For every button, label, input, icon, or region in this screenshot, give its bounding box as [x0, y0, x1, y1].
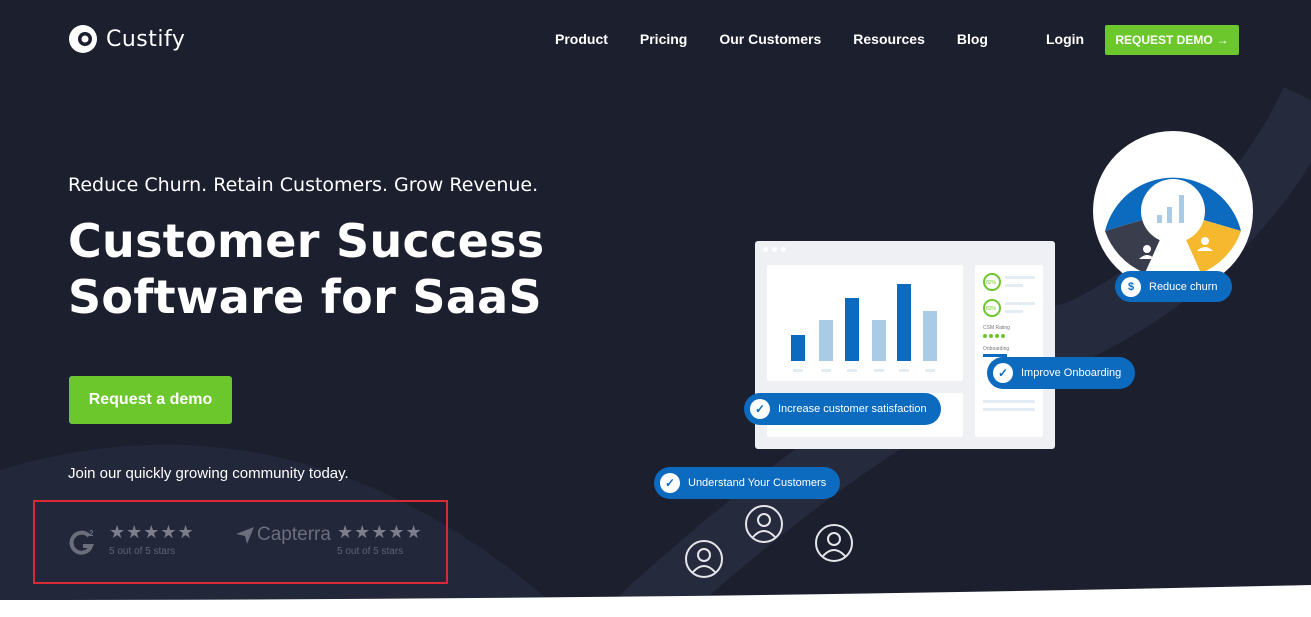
churn-pie-graphic [1093, 131, 1253, 291]
hero-tagline: Reduce Churn. Retain Customers. Grow Rev… [68, 174, 539, 196]
user-avatar-icon [685, 540, 723, 578]
ratings-highlight-box: 2 ★★★★★ 5 out of 5 stars Capterra ★★★★★ … [33, 500, 448, 584]
login-link[interactable]: Login [1046, 31, 1084, 47]
metrics-graphic: 82% 82% CSM Rating Onboarding [983, 273, 1035, 411]
brand-name: Custify [106, 26, 186, 52]
dollar-icon: $ [1121, 276, 1141, 297]
understand-customers-label: Understand Your Customers [688, 477, 827, 489]
request-demo-button[interactable]: REQUEST DEMO → [1105, 25, 1239, 55]
request-a-demo-button[interactable]: Request a demo [69, 376, 232, 424]
bar-chart-graphic [791, 284, 937, 372]
check-icon: ✓ [660, 473, 680, 493]
svg-text:2: 2 [89, 529, 94, 538]
increase-satisfaction-label: Increase customer satisfaction [778, 403, 927, 415]
pct-label-1: 82% [986, 280, 997, 286]
pct-label-2: 82% [986, 306, 997, 312]
nav-item-blog[interactable]: Blog [957, 31, 988, 47]
capterra-logo: Capterra [235, 524, 331, 546]
window-dots [763, 247, 786, 252]
arrow-right-icon: → [1216, 33, 1229, 47]
hero-title: Customer Success Software for SaaS [68, 213, 544, 325]
improve-onboarding-label: Improve Onboarding [1021, 367, 1122, 379]
nav-item-product[interactable]: Product [555, 31, 608, 47]
capterra-stars: ★★★★★ [337, 522, 423, 542]
bar-chart-panel [767, 265, 963, 381]
understand-customers-pill: ✓ Understand Your Customers [654, 467, 841, 499]
reduce-churn-pill: $ Reduce churn [1115, 271, 1232, 302]
request-demo-label: REQUEST DEMO [1115, 33, 1213, 47]
hero-title-line2: Software for SaaS [68, 270, 542, 324]
hero-section: Custify Product Pricing Our Customers Re… [0, 0, 1311, 617]
capterra-arrow-icon [236, 527, 254, 544]
hero-title-line1: Customer Success [68, 214, 545, 268]
check-icon: ✓ [750, 399, 770, 419]
reduce-churn-label: Reduce churn [1149, 280, 1218, 293]
csm-label: CSM Rating [983, 325, 1010, 331]
user-avatar-icon [745, 505, 783, 543]
nav-item-resources[interactable]: Resources [853, 31, 925, 47]
capterra-caption: 5 out of 5 stars [337, 546, 404, 557]
metrics-panel: 82% 82% CSM Rating Onboarding [975, 265, 1043, 437]
nav-item-pricing[interactable]: Pricing [640, 31, 687, 47]
custify-logo-icon [69, 25, 97, 53]
g2-caption: 5 out of 5 stars [109, 546, 176, 557]
check-icon: ✓ [993, 363, 1013, 383]
main-nav: Product Pricing Our Customers Resources … [555, 31, 1020, 47]
brand-logo[interactable]: Custify [68, 24, 185, 54]
g2-logo-icon: 2 [69, 529, 94, 555]
onboarding-label: Onboarding [983, 346, 1009, 352]
user-avatar-icon [815, 524, 853, 562]
improve-onboarding-pill: ✓ Improve Onboarding [987, 357, 1136, 389]
community-text: Join our quickly growing community today… [68, 465, 349, 482]
capterra-rating: ★★★★★ 5 out of 5 stars [337, 522, 423, 557]
nav-item-our-customers[interactable]: Our Customers [719, 31, 821, 47]
capterra-logo-text: Capterra [257, 524, 331, 545]
g2-stars: ★★★★★ [109, 522, 195, 542]
g2-rating: ★★★★★ 5 out of 5 stars [109, 522, 195, 557]
increase-satisfaction-pill: ✓ Increase customer satisfaction [744, 393, 941, 425]
